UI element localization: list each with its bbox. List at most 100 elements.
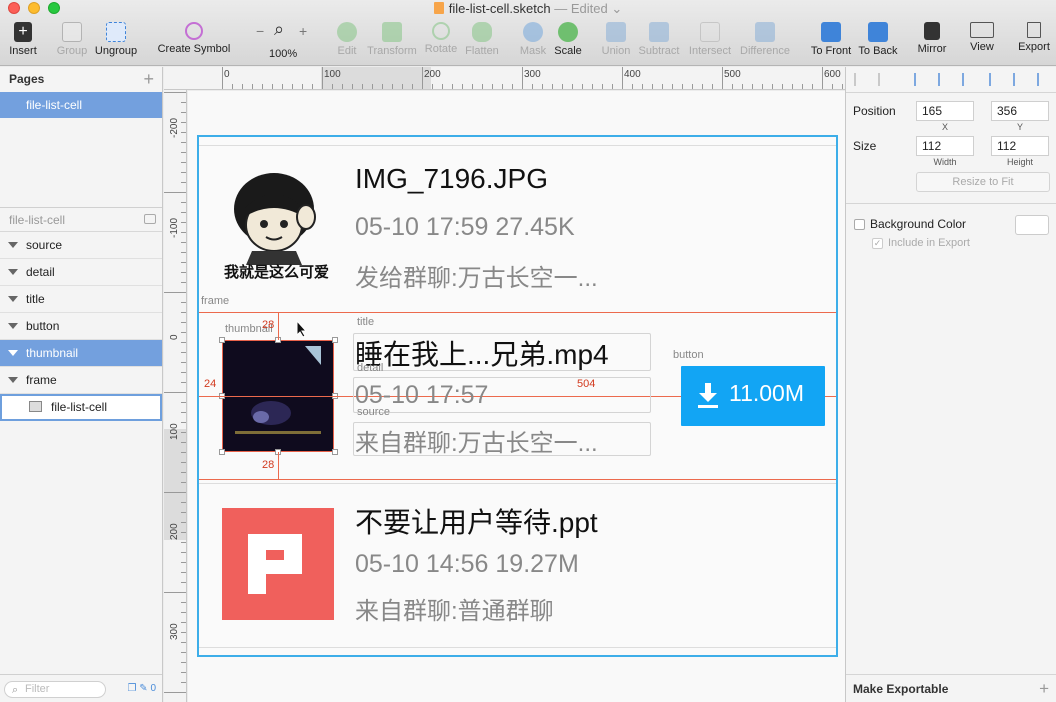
- disclosure-icon[interactable]: [8, 377, 18, 383]
- download-button[interactable]: 11.00M: [681, 366, 825, 426]
- disclosure-icon[interactable]: [8, 296, 18, 302]
- to-front-button[interactable]: To Front: [809, 22, 853, 62]
- meme-caption: 我就是这么可爱: [224, 264, 330, 281]
- rotate-button[interactable]: Rotate: [424, 22, 458, 62]
- group-button[interactable]: Group: [55, 22, 89, 62]
- distribute-horizontal-icon[interactable]: [854, 73, 867, 86]
- flatten-button[interactable]: Flatten: [464, 22, 500, 62]
- mask-button[interactable]: Mask: [518, 22, 548, 62]
- cell-source: 发给群聊:万古长空一...: [355, 265, 598, 292]
- ruler-horizontal: 0 100 200 300 400 500 600: [164, 67, 845, 90]
- layer-detail[interactable]: detail: [0, 259, 162, 286]
- layer-thumbnail[interactable]: thumbnail: [0, 340, 162, 367]
- subtract-button[interactable]: Subtract: [637, 22, 681, 62]
- layer-artboard[interactable]: file-list-cell: [0, 394, 162, 421]
- cell-detail: 05-10 14:56 19.27M: [355, 550, 579, 578]
- list-cell-image[interactable]: 我就是这么可爱 IMG_7196.JPG 05-10 17:59 27.45K …: [199, 137, 836, 313]
- ppt-file-icon: [222, 508, 334, 620]
- difference-button[interactable]: Difference: [738, 22, 792, 62]
- canvas[interactable]: 我就是这么可爱 IMG_7196.JPG 05-10 17:59 27.45K …: [188, 91, 845, 702]
- scale-button[interactable]: Scale: [553, 22, 583, 62]
- difference-icon: [755, 22, 775, 42]
- background-color-swatch[interactable]: [1015, 215, 1049, 235]
- rotate-icon: [432, 22, 450, 40]
- align-left-icon[interactable]: [914, 73, 927, 86]
- cell-divider: [199, 145, 836, 146]
- resize-handle[interactable]: [332, 449, 338, 455]
- make-exportable-bar[interactable]: Make Exportable +: [846, 674, 1056, 702]
- alignment-bar: [846, 67, 1056, 93]
- align-middle-icon[interactable]: [1013, 73, 1026, 86]
- disclosure-icon[interactable]: [8, 350, 18, 356]
- edit-button[interactable]: Edit: [334, 22, 360, 62]
- to-front-icon: [821, 22, 841, 42]
- zoom-out-button[interactable]: −: [256, 23, 264, 39]
- artboard[interactable]: 我就是这么可爱 IMG_7196.JPG 05-10 17:59 27.45K …: [197, 135, 838, 657]
- button-layer-label: button: [673, 349, 704, 361]
- collapse-icon[interactable]: [144, 214, 156, 224]
- inspector-panel: Position 165 356 X Y Size 112 112 Width …: [845, 67, 1056, 702]
- download-size-label: 11.00M: [729, 380, 805, 406]
- ungroup-button[interactable]: Ungroup: [94, 22, 138, 62]
- cell-source: 来自群聊:普通群聊: [355, 598, 554, 625]
- cell-source[interactable]: 来自群聊:万古长空一...: [355, 423, 598, 458]
- transform-button[interactable]: Transform: [366, 22, 418, 62]
- page-item[interactable]: file-list-cell: [0, 92, 162, 118]
- layer-button[interactable]: button: [0, 313, 162, 340]
- create-symbol-button[interactable]: Create Symbol: [155, 22, 233, 62]
- export-button[interactable]: Export: [1016, 22, 1052, 62]
- ruler-label: 300: [169, 623, 180, 640]
- ruler-ticks: [164, 92, 186, 693]
- zoom-in-button[interactable]: +: [299, 23, 307, 39]
- search-icon: ⌕: [12, 684, 19, 696]
- cell-title[interactable]: 睡在我上...兄弟.mp4: [355, 333, 609, 373]
- ruler-label: 600: [824, 69, 841, 80]
- align-right-icon[interactable]: [962, 73, 975, 86]
- view-button[interactable]: View: [964, 22, 1000, 62]
- copy-icon[interactable]: ❐: [128, 683, 137, 694]
- mirror-button[interactable]: Mirror: [914, 22, 950, 62]
- insert-button[interactable]: + Insert: [6, 22, 40, 62]
- union-button[interactable]: Union: [600, 22, 632, 62]
- resize-handle[interactable]: [332, 337, 338, 343]
- divider: [846, 203, 1056, 204]
- ruler-label: 0: [224, 69, 230, 80]
- distribute-vertical-icon[interactable]: [878, 73, 891, 86]
- to-back-button[interactable]: To Back: [857, 22, 899, 62]
- size-label: Size: [853, 139, 877, 153]
- ruler-label: -200: [169, 117, 180, 138]
- intersect-button[interactable]: Intersect: [687, 22, 733, 62]
- layer-frame[interactable]: frame: [0, 367, 162, 394]
- add-page-button[interactable]: +: [143, 69, 154, 90]
- resize-to-fit-button[interactable]: Resize to Fit: [916, 172, 1050, 192]
- resize-handle[interactable]: [219, 337, 225, 343]
- layer-source[interactable]: source: [0, 232, 162, 259]
- background-color-checkbox[interactable]: [854, 219, 865, 230]
- disclosure-icon[interactable]: [8, 323, 18, 329]
- union-icon: [606, 22, 626, 42]
- filter-options[interactable]: ❐ ✎ 0: [128, 683, 156, 694]
- view-icon: [970, 22, 994, 38]
- add-export-button[interactable]: +: [1039, 675, 1049, 702]
- filter-input[interactable]: ⌕ Filter: [4, 681, 106, 698]
- intersect-icon: [700, 22, 720, 42]
- cell-divider: [199, 483, 836, 484]
- position-y-field[interactable]: 356: [991, 101, 1049, 121]
- pencil-icon[interactable]: ✎: [139, 683, 147, 694]
- width-field[interactable]: 112: [916, 136, 974, 156]
- align-top-icon[interactable]: [989, 73, 1002, 86]
- plus-icon: +: [14, 22, 32, 42]
- disclosure-icon[interactable]: [8, 269, 18, 275]
- document-name: file-list-cell.sketch: [448, 1, 551, 16]
- height-field[interactable]: 112: [991, 136, 1049, 156]
- align-center-icon[interactable]: [938, 73, 951, 86]
- align-bottom-icon[interactable]: [1037, 73, 1050, 86]
- resize-handle[interactable]: [219, 449, 225, 455]
- layer-title[interactable]: title: [0, 286, 162, 313]
- zoom-control[interactable]: − ⌕ + 100%: [252, 19, 312, 62]
- include-export-checkbox[interactable]: ✓: [872, 238, 883, 249]
- disclosure-icon[interactable]: [8, 242, 18, 248]
- edited-status[interactable]: — Edited: [554, 1, 607, 16]
- position-x-field[interactable]: 165: [916, 101, 974, 121]
- symbol-icon: [185, 22, 203, 40]
